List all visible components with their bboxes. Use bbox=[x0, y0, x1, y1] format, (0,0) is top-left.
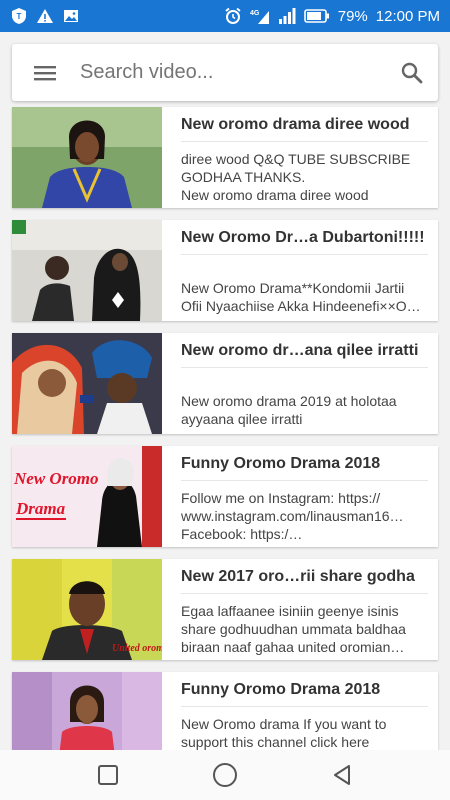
video-item[interactable]: United oromia New 2017 oro…rii share god… bbox=[12, 559, 438, 660]
video-title: New Oromo Dr…a Dubartoni!!!!! bbox=[181, 229, 425, 246]
back-button[interactable] bbox=[331, 764, 353, 786]
recent-apps-button[interactable] bbox=[97, 764, 119, 786]
video-title: Funny Oromo Drama 2018 bbox=[181, 681, 381, 698]
alarm-icon bbox=[224, 7, 242, 25]
divider bbox=[181, 254, 428, 255]
divider bbox=[181, 706, 428, 707]
video-thumbnail[interactable] bbox=[12, 107, 162, 208]
video-thumbnail[interactable] bbox=[12, 333, 162, 434]
svg-text:4G: 4G bbox=[250, 10, 260, 17]
home-button[interactable] bbox=[212, 762, 238, 788]
video-title: New 2017 oro…rii share godha bbox=[181, 568, 415, 585]
video-thumbnail[interactable]: United oromia bbox=[12, 559, 162, 660]
video-description: New oromo drama 2019 at holotaa ayyaana … bbox=[181, 393, 397, 427]
hamburger-menu-icon[interactable] bbox=[34, 64, 56, 82]
divider bbox=[181, 480, 428, 481]
gallery-icon bbox=[62, 7, 80, 25]
video-item[interactable]: New oromo dr…ana qilee irratti New oromo… bbox=[12, 333, 438, 434]
video-description: New Oromo drama If you want to support t… bbox=[181, 716, 387, 750]
clock: 12:00 PM bbox=[375, 7, 440, 25]
video-description: New Oromo Drama**Kondomii Jartii Ofii Ny… bbox=[181, 280, 421, 314]
svg-text:New Oromo: New Oromo bbox=[13, 469, 99, 488]
status-bar: T 4G 79% 12:00 PM bbox=[0, 0, 450, 32]
video-title: New oromo dr…ana qilee irratti bbox=[181, 342, 419, 359]
video-item[interactable]: New Oromo Drama Funny Oromo Drama 2018 F… bbox=[12, 446, 438, 547]
divider bbox=[181, 593, 428, 594]
search-icon[interactable] bbox=[400, 61, 424, 85]
video-thumbnail[interactable] bbox=[12, 220, 162, 321]
video-list: New oromo drama diree wood diree wood Q&… bbox=[12, 107, 438, 785]
video-thumbnail[interactable]: New Oromo Drama bbox=[12, 446, 162, 547]
battery-percent: 79% bbox=[337, 7, 368, 25]
video-title: Funny Oromo Drama 2018 bbox=[181, 455, 381, 472]
system-navigation-bar bbox=[0, 750, 450, 800]
signal-icon bbox=[278, 7, 296, 25]
search-bar bbox=[12, 44, 438, 101]
search-input[interactable] bbox=[80, 61, 400, 84]
video-title: New oromo drama diree wood bbox=[181, 116, 410, 133]
warning-icon bbox=[36, 7, 54, 25]
video-description: diree wood Q&Q TUBE SUBSCRIBE GODHAA THA… bbox=[181, 151, 411, 203]
network-4g-icon: 4G bbox=[250, 7, 270, 25]
svg-text:Drama: Drama bbox=[15, 499, 66, 518]
svg-text:T: T bbox=[17, 12, 22, 21]
vpn-shield-icon: T bbox=[10, 7, 28, 25]
divider bbox=[181, 141, 428, 142]
svg-text:United oromia: United oromia bbox=[112, 643, 162, 654]
video-description: Egaa laffaanee isiniin geenye isinis sha… bbox=[181, 603, 406, 655]
divider bbox=[181, 367, 428, 368]
video-item[interactable]: New Oromo Dr…a Dubartoni!!!!! New Oromo … bbox=[12, 220, 438, 321]
battery-icon bbox=[303, 9, 330, 23]
video-item[interactable]: New oromo drama diree wood diree wood Q&… bbox=[12, 107, 438, 208]
video-description: Follow me on Instagram: https:// www.ins… bbox=[181, 490, 404, 542]
